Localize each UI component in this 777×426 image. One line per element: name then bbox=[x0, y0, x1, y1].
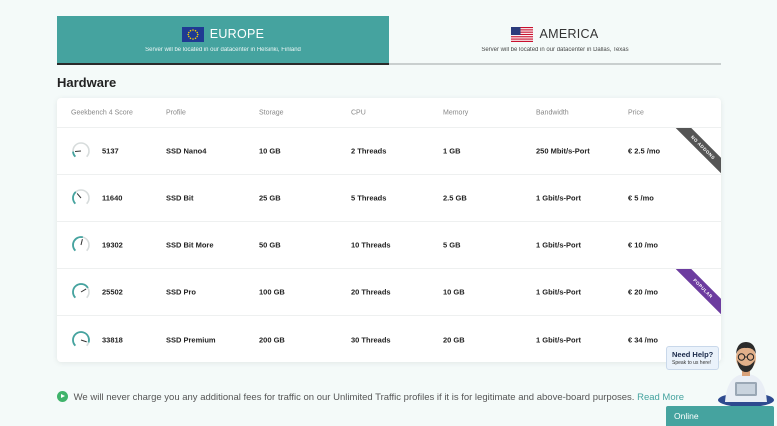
table-row[interactable]: 11640 SSD Bit 25 GB 5 Threads 2.5 GB 1 G… bbox=[57, 175, 721, 222]
traffic-note-text: We will never charge you any additional … bbox=[73, 392, 635, 403]
tab-america-head: AMERICA bbox=[511, 26, 599, 42]
row-score: 11640 bbox=[102, 193, 123, 203]
gauge-needle bbox=[80, 239, 83, 246]
row-score: 19302 bbox=[102, 240, 123, 250]
gauge-fill bbox=[72, 283, 89, 299]
gauge-track bbox=[72, 142, 90, 158]
table-row[interactable]: 5137 SSD Nano4 10 GB 2 Threads 1 GB 250 … bbox=[57, 128, 721, 180]
header-score: Geekbench 4 Score bbox=[71, 109, 133, 116]
row-cpu: 2 Threads bbox=[351, 146, 387, 156]
row-profile: SSD Bit More bbox=[166, 240, 214, 250]
row-profile: SSD Nano4 bbox=[166, 146, 207, 156]
table-row[interactable]: 33818 SSD Premium 200 GB 30 Threads 20 G… bbox=[57, 316, 721, 362]
play-circle-icon bbox=[57, 391, 68, 402]
tab-europe-description: Server will be located in our datacenter… bbox=[145, 46, 301, 53]
section-title: Hardware bbox=[57, 75, 117, 90]
row-memory: 5 GB bbox=[443, 240, 461, 250]
header-storage: Storage bbox=[259, 109, 284, 116]
gauge-icon bbox=[72, 330, 90, 346]
chat-status-bar[interactable]: Online bbox=[666, 406, 774, 426]
gauge-fill bbox=[72, 191, 77, 205]
row-score: 5137 bbox=[102, 146, 119, 156]
table-row[interactable]: 19302 SSD Bit More 50 GB 10 Threads 5 GB… bbox=[57, 222, 721, 269]
row-cpu: 30 Threads bbox=[351, 335, 391, 344]
tab-europe[interactable]: EUROPE Server will be located in our dat… bbox=[57, 16, 389, 65]
hardware-table: Geekbench 4 Score Profile Storage CPU Me… bbox=[57, 98, 721, 362]
header-price: Price bbox=[628, 109, 644, 116]
gauge-needle bbox=[80, 288, 87, 293]
row-memory: 1 GB bbox=[443, 146, 461, 156]
row-storage: 25 GB bbox=[259, 193, 281, 203]
tab-america-label: AMERICA bbox=[539, 27, 599, 41]
ribbon-label: POPULAR bbox=[670, 269, 721, 321]
tab-america[interactable]: AMERICA Server will be located in our da… bbox=[389, 16, 721, 65]
eu-flag-icon bbox=[181, 26, 204, 42]
row-storage: 10 GB bbox=[259, 146, 281, 156]
row-memory: 2.5 GB bbox=[443, 193, 467, 203]
row-price: € 20 /mo bbox=[628, 287, 659, 297]
row-score: 33818 bbox=[102, 335, 123, 344]
row-memory: 10 GB bbox=[443, 287, 465, 297]
row-profile: SSD Pro bbox=[166, 287, 197, 297]
row-bandwidth: 1 Gbit/s-Port bbox=[536, 287, 582, 297]
tab-america-description: Server will be located in our datacenter… bbox=[481, 46, 629, 53]
row-bandwidth: 1 Gbit/s-Port bbox=[536, 335, 582, 344]
table-row[interactable]: 25502 SSD Pro 100 GB 20 Threads 10 GB 1 … bbox=[57, 269, 721, 321]
row-score: 25502 bbox=[102, 287, 123, 297]
us-flag-icon bbox=[511, 26, 534, 42]
tab-europe-label: EUROPE bbox=[209, 27, 265, 41]
header-profile: Profile bbox=[166, 109, 186, 116]
gauge-icon bbox=[72, 236, 90, 252]
tab-europe-head: EUROPE bbox=[181, 26, 265, 42]
table-header: Geekbench 4 Score Profile Storage CPU Me… bbox=[57, 98, 721, 128]
row-memory: 20 GB bbox=[443, 335, 465, 344]
gauge-icon bbox=[72, 283, 90, 299]
row-bandwidth: 250 Mbit/s-Port bbox=[536, 146, 590, 156]
gauge-icon bbox=[72, 189, 90, 205]
traffic-note: We will never charge you any additional … bbox=[57, 390, 707, 405]
row-profile: SSD Bit bbox=[166, 193, 194, 203]
row-price: € 34 /mo bbox=[628, 335, 659, 344]
header-bandwidth: Bandwidth bbox=[536, 109, 569, 116]
gauge-icon bbox=[72, 142, 90, 158]
row-cpu: 10 Threads bbox=[351, 240, 391, 250]
header-cpu: CPU bbox=[351, 109, 366, 116]
row-price: € 5 /mo bbox=[628, 193, 654, 203]
gauge-needle bbox=[76, 193, 82, 199]
gauge-fill bbox=[72, 330, 90, 346]
gauge-fill bbox=[72, 151, 77, 158]
read-more-link[interactable]: Read More bbox=[637, 392, 684, 403]
row-profile: SSD Premium bbox=[166, 335, 216, 344]
row-cpu: 20 Threads bbox=[351, 287, 391, 297]
header-memory: Memory bbox=[443, 109, 469, 116]
need-help-bubble[interactable]: Need Help? Speak to us here! bbox=[666, 346, 720, 370]
support-avatar-icon[interactable] bbox=[715, 330, 777, 408]
row-bandwidth: 1 Gbit/s-Port bbox=[536, 193, 582, 203]
row-cpu: 5 Threads bbox=[351, 193, 387, 203]
gauge-needle bbox=[80, 339, 87, 342]
row-bandwidth: 1 Gbit/s-Port bbox=[536, 240, 582, 250]
region-tabs: EUROPE Server will be located in our dat… bbox=[57, 16, 721, 65]
ribbon-label: NO ADDONS bbox=[670, 128, 721, 180]
row-storage: 100 GB bbox=[259, 287, 285, 297]
need-help-subtitle: Speak to us here! bbox=[672, 360, 712, 366]
row-storage: 50 GB bbox=[259, 240, 281, 250]
need-help-title: Need Help? bbox=[672, 350, 714, 359]
row-price: € 2.5 /mo bbox=[628, 146, 661, 156]
row-storage: 200 GB bbox=[259, 335, 285, 344]
row-price: € 10 /mo bbox=[628, 240, 659, 250]
